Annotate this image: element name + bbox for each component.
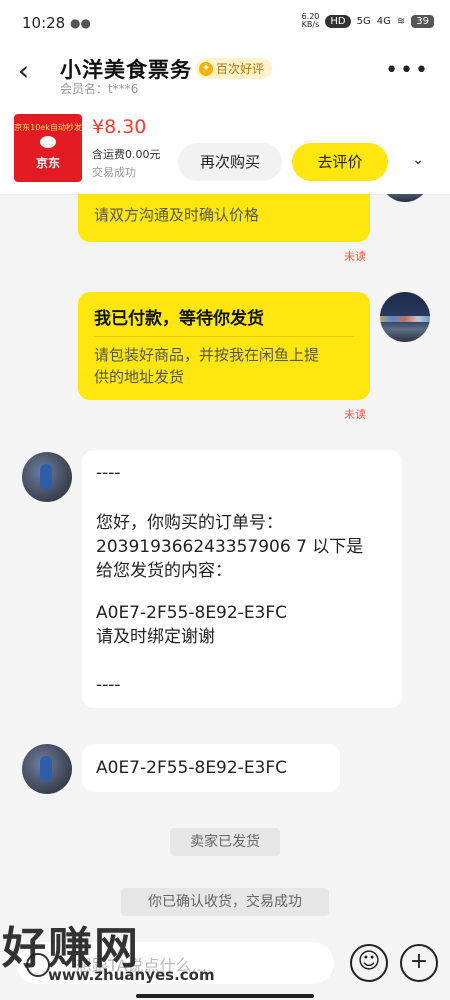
wifi-icon: ≋ <box>396 15 406 27</box>
watermark-url: www.zhuanyes.com <box>48 966 215 984</box>
add-icon[interactable]: + <box>400 944 438 982</box>
message-line: 给您发货的内容： <box>96 561 232 581</box>
signal-5g: 5G <box>356 15 371 27</box>
home-indicator <box>136 994 314 998</box>
thumb-caption: 京东10ek自动秒发 <box>14 123 82 132</box>
battery-icon: 39 <box>411 14 434 28</box>
system-notice: 卖家已发货 <box>170 828 280 856</box>
buyer-avatar[interactable] <box>380 292 430 342</box>
system-notice: 你已确认收货，交易成功 <box>121 888 329 916</box>
status-bar: 10:28 ●● 6.20 KB/s HD 5G 4G ≋ 39 <box>0 0 450 48</box>
wechat-icon: ●● <box>70 16 91 30</box>
network-speed: 6.20 KB/s <box>301 12 320 29</box>
message-bubble: A0E7-2F55-8E92-E3FC <box>82 744 340 792</box>
message-bubble: 我已付款，等待你发货 请包装好商品，并按我在闲鱼上提 供的地址发货 <box>78 292 370 400</box>
order-price: ¥8.30 <box>92 116 147 138</box>
bubble-divider <box>94 336 354 337</box>
seller-avatar[interactable] <box>22 744 72 794</box>
order-card: 京东10ek自动秒发 京东 ¥8.30 含运费0.00元 交易成功 再次购买 去… <box>0 104 450 195</box>
order-number-line: 203919366243357906 7 以下是 <box>96 537 364 557</box>
code-text[interactable]: A0E7-2F55-8E92-E3FC <box>96 757 287 779</box>
message-bubble: 请双方沟通及时确认价格 <box>78 194 370 242</box>
jd-dog-icon <box>40 136 56 148</box>
unread-label: 未读 <box>344 408 366 421</box>
message-line: 您好，你购买的订单号： <box>96 513 283 533</box>
shipping-fee: 含运费0.00元 <box>92 148 161 161</box>
message-line: ---- <box>96 463 121 483</box>
message-text: 请双方沟通及时确认价格 <box>94 206 260 224</box>
chevron-down-icon[interactable]: ⌄ <box>412 152 424 168</box>
back-icon[interactable]: ‹ <box>18 57 48 88</box>
badge-label: 百次好评 <box>216 62 265 76</box>
product-thumbnail[interactable]: 京东10ek自动秒发 京东 <box>14 114 82 182</box>
review-button[interactable]: 去评价 <box>292 143 388 181</box>
message-line: 请及时绑定谢谢 <box>96 627 215 647</box>
member-name: 会员名：t***6 <box>60 82 139 96</box>
message-body-line: 供的地址发货 <box>94 368 185 386</box>
review-badge: ✦ 百次好评 <box>195 58 273 79</box>
status-icons: 6.20 KB/s HD 5G 4G ≋ 39 <box>302 13 434 29</box>
thumb-brand: 京东 <box>35 156 60 170</box>
signal-4g: 4G <box>376 15 391 27</box>
rebuy-button[interactable]: 再次购买 <box>178 143 282 181</box>
emoji-icon[interactable]: ☺ <box>350 944 388 982</box>
message-line: ---- <box>96 675 121 695</box>
message-title: 我已付款，等待你发货 <box>94 309 264 329</box>
seller-avatar[interactable] <box>22 452 72 502</box>
order-status: 交易成功 <box>92 166 136 179</box>
more-icon[interactable]: ••• <box>385 58 430 83</box>
badge-icon: ✦ <box>199 61 213 76</box>
chat-header: ‹ 小洋美食票务 ✦ 百次好评 会员名：t***6 ••• <box>0 48 450 104</box>
code-line[interactable]: A0E7-2F55-8E92-E3FC <box>96 602 287 624</box>
unread-label: 未读 <box>344 250 366 263</box>
message-bubble: ---- 您好，你购买的订单号： 203919366243357906 7 以下… <box>82 450 402 708</box>
hd-badge: HD <box>325 14 351 28</box>
message-body-line: 请包装好商品，并按我在闲鱼上提 <box>94 346 320 364</box>
status-time: 10:28 <box>22 14 66 32</box>
